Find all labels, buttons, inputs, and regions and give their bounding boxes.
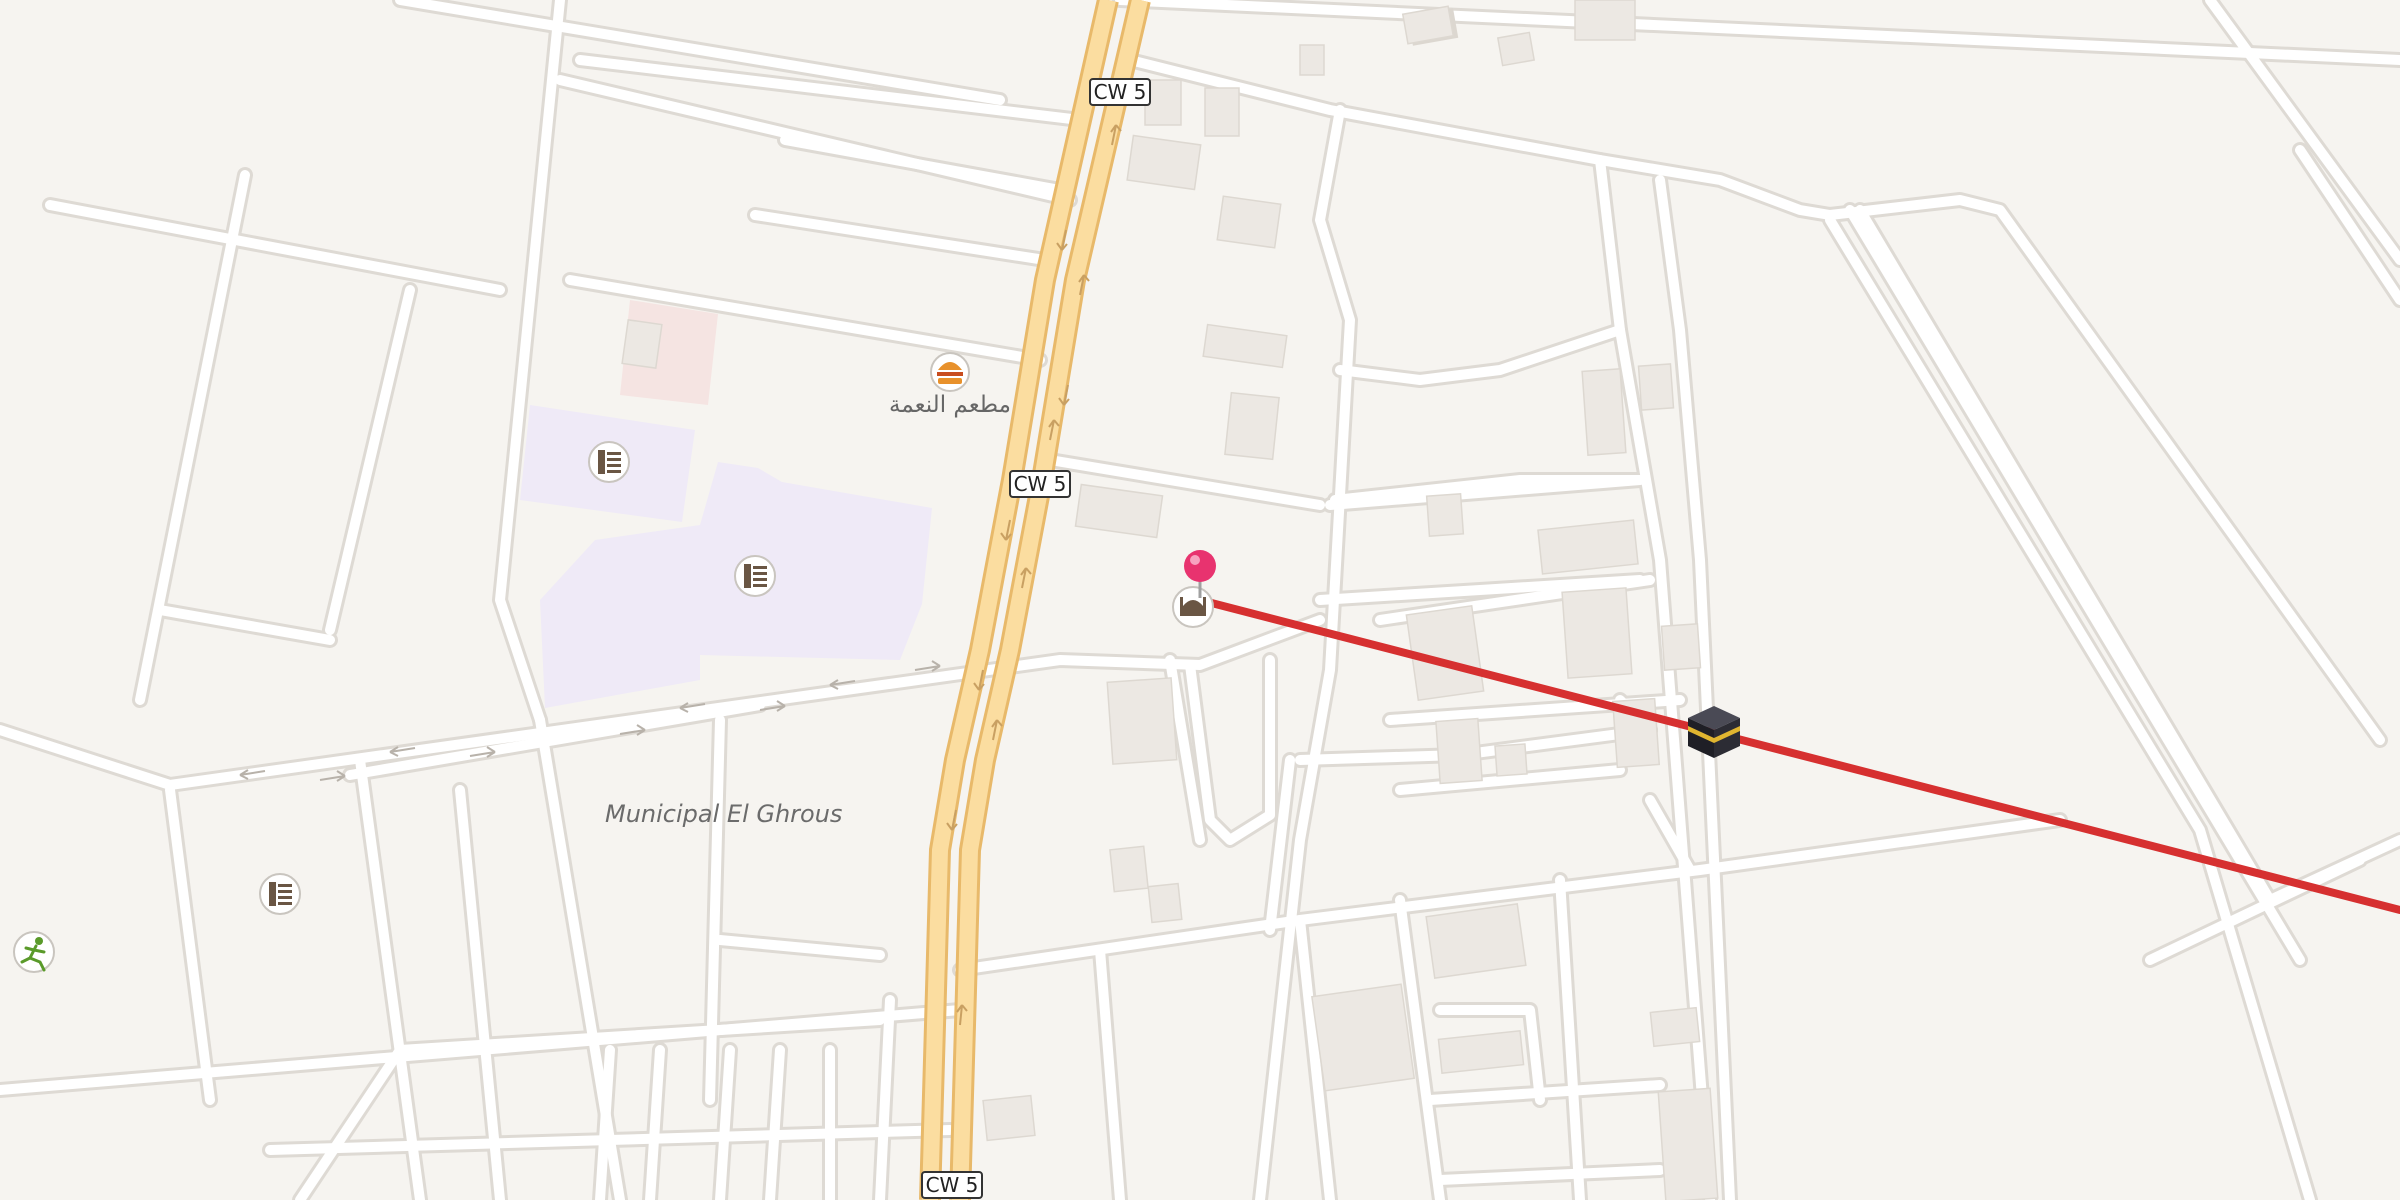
restaurant-label[interactable]: مطعم النعمة bbox=[889, 392, 1011, 418]
road-shield[interactable]: CW 5 bbox=[921, 1171, 983, 1199]
sports-icon[interactable] bbox=[13, 931, 55, 973]
place-label-municipal[interactable]: Municipal El Ghrous bbox=[605, 800, 842, 828]
road-shield[interactable]: CW 5 bbox=[1009, 470, 1071, 498]
road-shield-label: CW 5 bbox=[926, 1173, 979, 1197]
school-icon[interactable] bbox=[259, 873, 301, 915]
road-shield-label: CW 5 bbox=[1094, 80, 1147, 104]
landuse-layer bbox=[520, 300, 932, 708]
fast-food-icon[interactable] bbox=[930, 352, 970, 392]
map-canvas[interactable]: مطعم النعمة Municipal El Ghrous CW 5 CW … bbox=[0, 0, 2400, 1200]
school-icon[interactable] bbox=[588, 441, 630, 483]
kaaba-icon[interactable] bbox=[1688, 706, 1740, 758]
road-shield-label: CW 5 bbox=[1014, 472, 1067, 496]
school-icon[interactable] bbox=[734, 555, 776, 597]
mosque-icon[interactable] bbox=[1172, 586, 1214, 628]
road-shield[interactable]: CW 5 bbox=[1089, 78, 1151, 106]
